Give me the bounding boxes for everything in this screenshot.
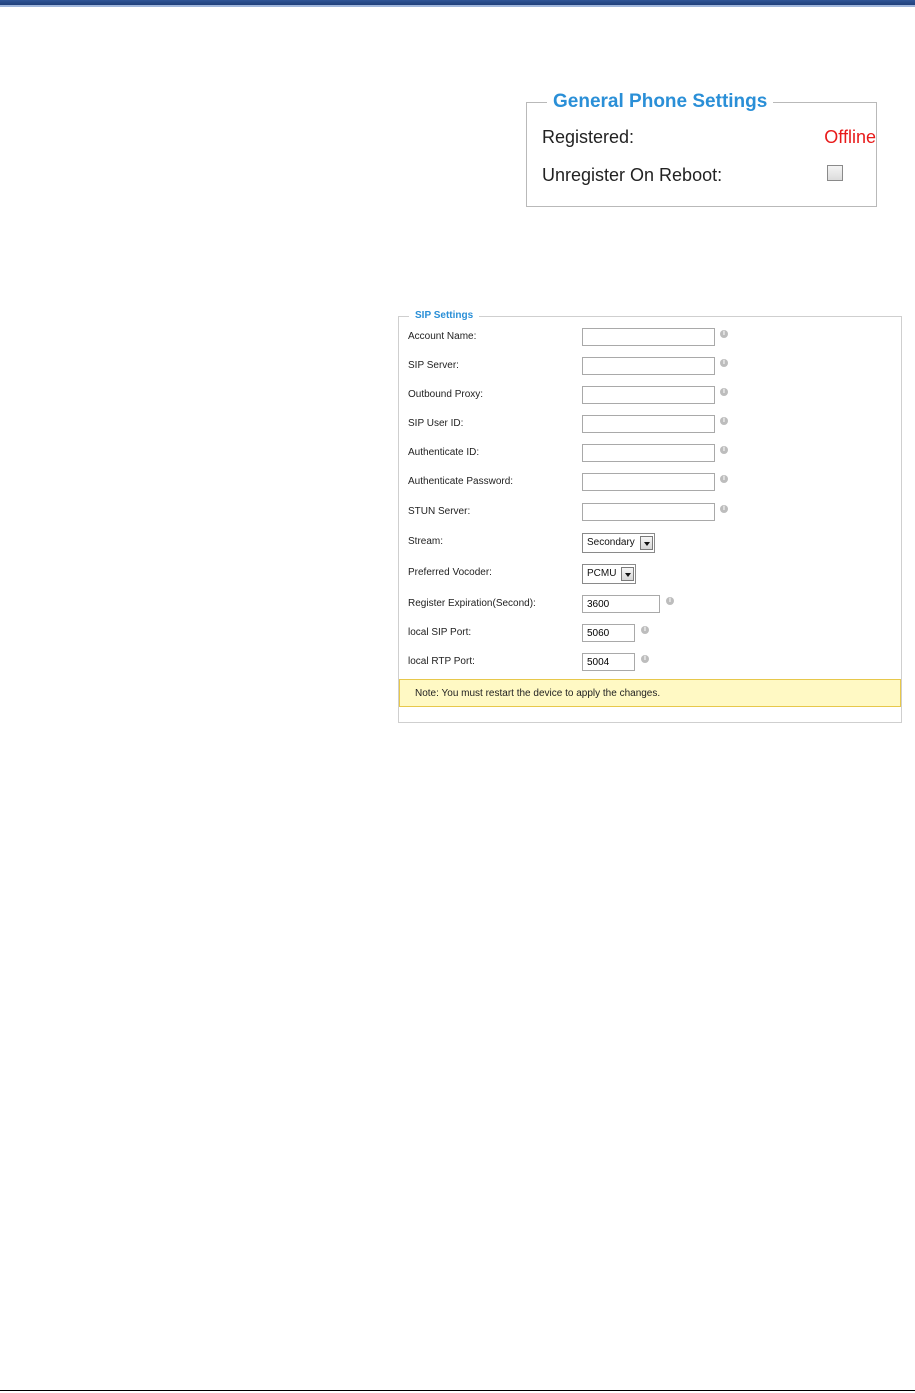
authenticate-password-info-icon[interactable]: i <box>720 475 728 483</box>
general-phone-settings-panel: General Phone Settings Registered: Offli… <box>526 91 877 207</box>
general-phone-settings-title: General Phone Settings <box>547 91 774 113</box>
account-name-info-icon[interactable]: i <box>720 330 728 338</box>
stun-server-input[interactable] <box>582 503 715 521</box>
sip-server-row: SIP Server: i <box>399 357 901 377</box>
account-name-row: Account Name: i <box>399 328 901 348</box>
sip-settings-panel: SIP Settings Account Name: i SIP Server:… <box>398 310 902 723</box>
stream-row: Stream: Secondary <box>399 533 901 553</box>
chevron-down-icon[interactable] <box>640 536 653 550</box>
authenticate-password-row: Authenticate Password: i <box>399 473 901 493</box>
authenticate-password-input[interactable] <box>582 473 715 491</box>
local-rtp-port-label: local RTP Port: <box>408 656 475 667</box>
chevron-down-icon[interactable] <box>621 567 634 581</box>
authenticate-id-label: Authenticate ID: <box>408 447 480 458</box>
stream-select[interactable]: Secondary <box>582 533 655 553</box>
sip-user-id-label: SIP User ID: <box>408 418 464 429</box>
authenticate-id-input[interactable] <box>582 444 715 462</box>
stun-server-row: STUN Server: i <box>399 503 901 523</box>
restart-note-text: Note: You must restart the device to app… <box>415 688 661 699</box>
local-sip-port-input[interactable] <box>582 624 635 642</box>
local-rtp-port-row: local RTP Port: i <box>399 653 901 673</box>
sip-user-id-info-icon[interactable]: i <box>720 417 728 425</box>
register-expiration-row: Register Expiration(Second): i <box>399 595 901 615</box>
preferred-vocoder-select[interactable]: PCMU <box>582 564 636 584</box>
register-expiration-input[interactable] <box>582 595 660 613</box>
local-rtp-port-info-icon[interactable]: i <box>641 655 649 663</box>
preferred-vocoder-select-value: PCMU <box>587 568 617 579</box>
stream-label: Stream: <box>408 536 444 547</box>
local-sip-port-row: local SIP Port: i <box>399 624 901 644</box>
outbound-proxy-row: Outbound Proxy: i <box>399 386 901 406</box>
document-footer-rule <box>0 1390 915 1391</box>
sip-server-info-icon[interactable]: i <box>720 359 728 367</box>
sip-user-id-row: SIP User ID: i <box>399 415 901 435</box>
sip-user-id-input[interactable] <box>582 415 715 433</box>
unregister-on-reboot-checkbox[interactable] <box>827 165 843 181</box>
unregister-on-reboot-label: Unregister On Reboot: <box>542 165 723 185</box>
stun-server-info-icon[interactable]: i <box>720 505 728 513</box>
account-name-label: Account Name: <box>408 331 477 342</box>
document-header-underline <box>0 5 915 7</box>
authenticate-password-label: Authenticate Password: <box>408 476 514 487</box>
local-sip-port-label: local SIP Port: <box>408 627 472 638</box>
register-expiration-label: Register Expiration(Second): <box>408 598 536 609</box>
authenticate-id-info-icon[interactable]: i <box>720 446 728 454</box>
register-expiration-info-icon[interactable]: i <box>666 597 674 605</box>
sip-server-label: SIP Server: <box>408 360 459 371</box>
sip-settings-title: SIP Settings <box>409 310 480 322</box>
registered-label: Registered: <box>542 127 635 147</box>
preferred-vocoder-label: Preferred Vocoder: <box>408 567 492 578</box>
stream-select-value: Secondary <box>587 537 635 548</box>
outbound-proxy-info-icon[interactable]: i <box>720 388 728 396</box>
registered-status-value: Offline <box>824 127 876 147</box>
restart-note: Note: You must restart the device to app… <box>399 679 901 707</box>
local-rtp-port-input[interactable] <box>582 653 635 671</box>
authenticate-id-row: Authenticate ID: i <box>399 444 901 464</box>
sip-server-input[interactable] <box>582 357 715 375</box>
outbound-proxy-input[interactable] <box>582 386 715 404</box>
local-sip-port-info-icon[interactable]: i <box>641 626 649 634</box>
stun-server-label: STUN Server: <box>408 506 471 517</box>
preferred-vocoder-row: Preferred Vocoder: PCMU <box>399 564 901 584</box>
account-name-input[interactable] <box>582 328 715 346</box>
outbound-proxy-label: Outbound Proxy: <box>408 389 484 400</box>
